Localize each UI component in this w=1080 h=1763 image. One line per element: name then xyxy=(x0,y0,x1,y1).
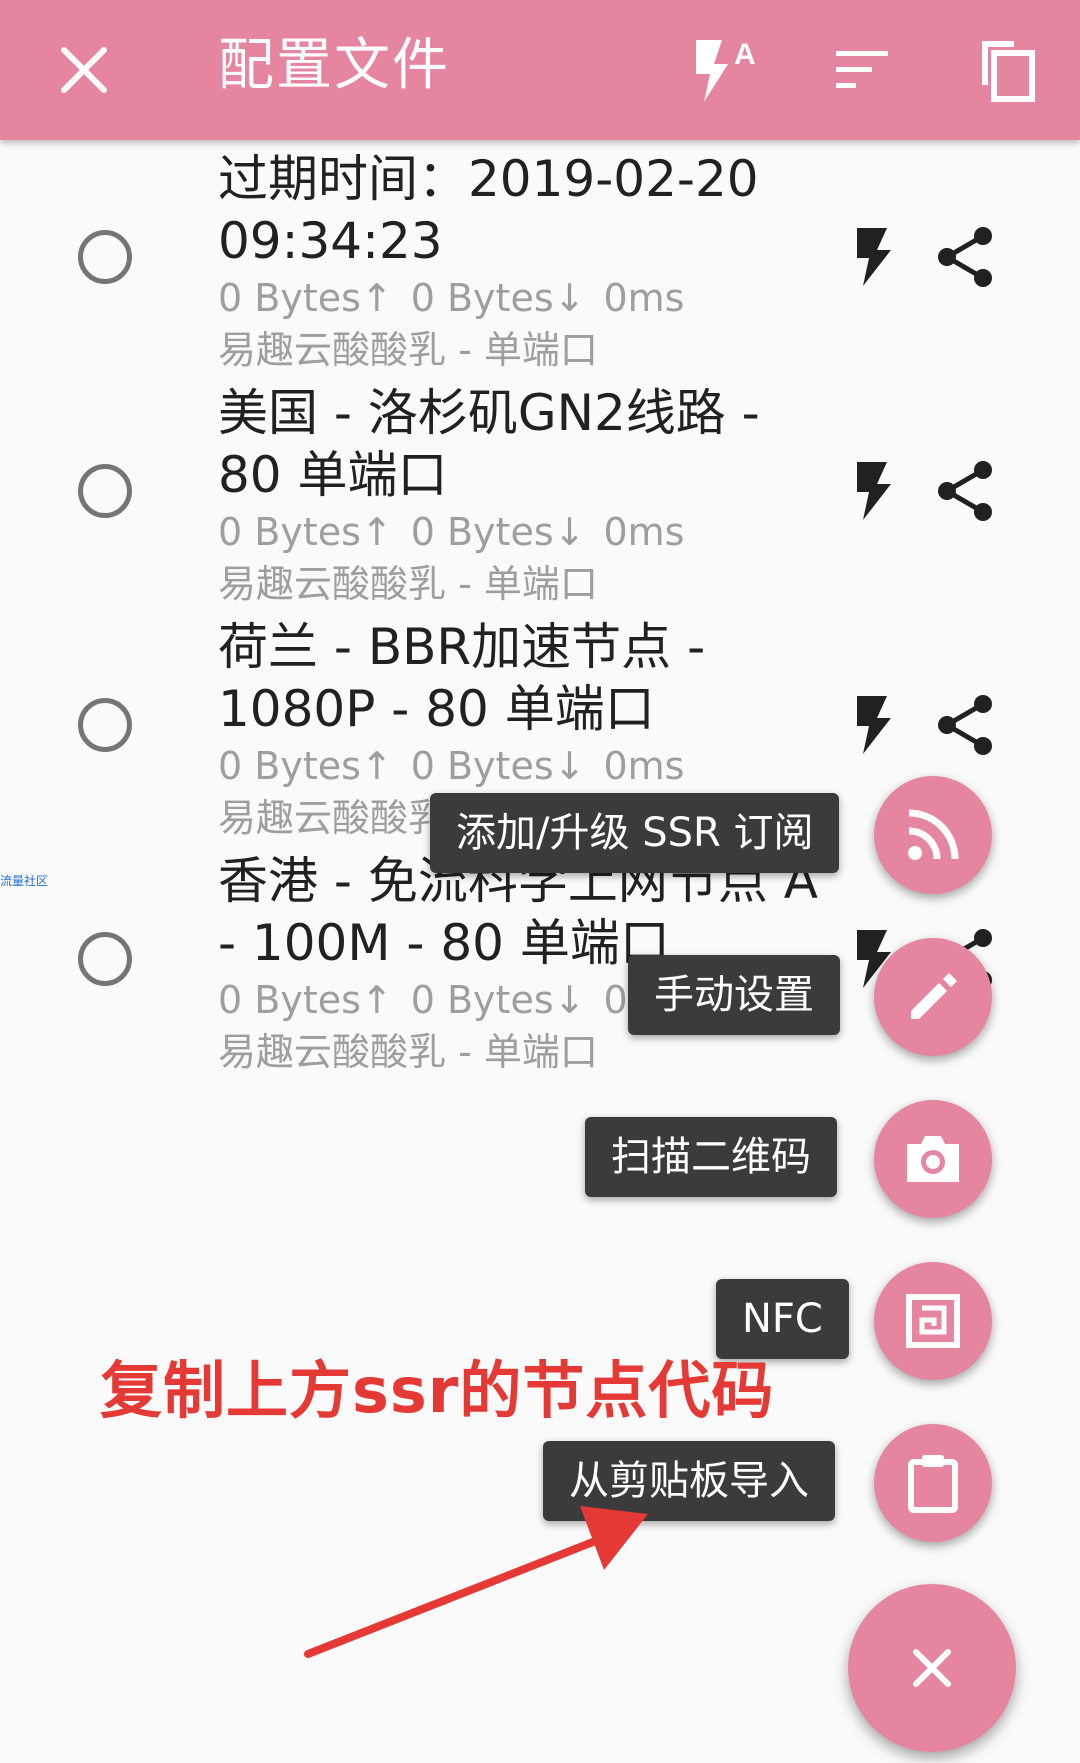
profile-group: 易趣云酸酸乳 - 单端口 xyxy=(218,328,598,372)
flash-auto-icon[interactable]: A xyxy=(676,24,768,116)
rss-icon xyxy=(908,809,959,860)
close-speed-dial-button[interactable] xyxy=(848,1584,1016,1752)
profile-stats: 0 Bytes↑0 Bytes↓0ms xyxy=(218,744,685,788)
test-latency-icon[interactable] xyxy=(838,222,908,292)
clipboard-icon xyxy=(908,1455,958,1513)
annotation-text: 复制上方ssr的节点代码 xyxy=(100,1354,775,1427)
page-title: 配置文件 xyxy=(218,33,450,98)
profile-group: 易趣云酸酸乳 - 单端口 xyxy=(218,562,598,606)
profile-name: 美国 - 洛杉矶GN2线路 - 80 单端口 xyxy=(218,384,760,504)
edit-pencil-icon xyxy=(911,973,957,1019)
share-icon[interactable] xyxy=(930,456,1000,526)
manual-label[interactable]: 手动设置 xyxy=(628,955,840,1035)
sort-icon[interactable] xyxy=(816,24,908,116)
share-icon[interactable] xyxy=(930,690,1000,760)
profile-item[interactable]: 美国 - 洛杉矶GN2线路 - 80 单端口 0 Bytes↑ 0 Bytes↓ 0… xyxy=(0,382,1080,616)
clipboard-button[interactable] xyxy=(874,1424,992,1542)
copy-icon[interactable] xyxy=(960,24,1052,116)
test-latency-icon[interactable] xyxy=(838,456,908,526)
select-radio[interactable] xyxy=(78,464,132,518)
scan-label[interactable]: 扫描二维码 xyxy=(585,1117,837,1197)
profile-group: 易趣云酸酸乳 - 单端口 xyxy=(218,1030,598,1074)
profile-name: 过期时间：2019-02-20 09:34:23 xyxy=(218,150,759,270)
app-bar: 配置文件 A xyxy=(0,0,1080,140)
nfc-icon xyxy=(906,1294,960,1348)
close-icon xyxy=(913,1649,951,1687)
svg-text:A: A xyxy=(734,38,756,71)
scan-button[interactable] xyxy=(874,1100,992,1218)
manual-button[interactable] xyxy=(874,938,992,1056)
select-radio[interactable] xyxy=(78,932,132,986)
profile-stats: 0 Bytes↑0 Bytes↓0ms xyxy=(218,276,685,320)
watermark: 流量社区 xyxy=(0,874,49,888)
clipboard-label[interactable]: 从剪贴板导入 xyxy=(543,1441,835,1521)
nfc-button[interactable] xyxy=(874,1262,992,1380)
camera-icon xyxy=(907,1136,959,1182)
profile-item[interactable]: 过期时间：2019-02-20 09:34:23 0 Bytes↑ 0 Bytes… xyxy=(0,148,1080,382)
subscription-label[interactable]: 添加/升级 SSR 订阅 xyxy=(430,793,840,873)
profile-stats: 0 Bytes↑0 Bytes↓0ms xyxy=(218,510,685,554)
profile-name: 荷兰 - BBR加速节点 - 1080P - 80 单端口 xyxy=(218,618,706,738)
select-radio[interactable] xyxy=(78,230,132,284)
close-icon[interactable] xyxy=(38,24,130,116)
select-radio[interactable] xyxy=(78,698,132,752)
share-icon[interactable] xyxy=(930,222,1000,292)
subscription-button[interactable] xyxy=(874,776,992,894)
test-latency-icon[interactable] xyxy=(838,690,908,760)
